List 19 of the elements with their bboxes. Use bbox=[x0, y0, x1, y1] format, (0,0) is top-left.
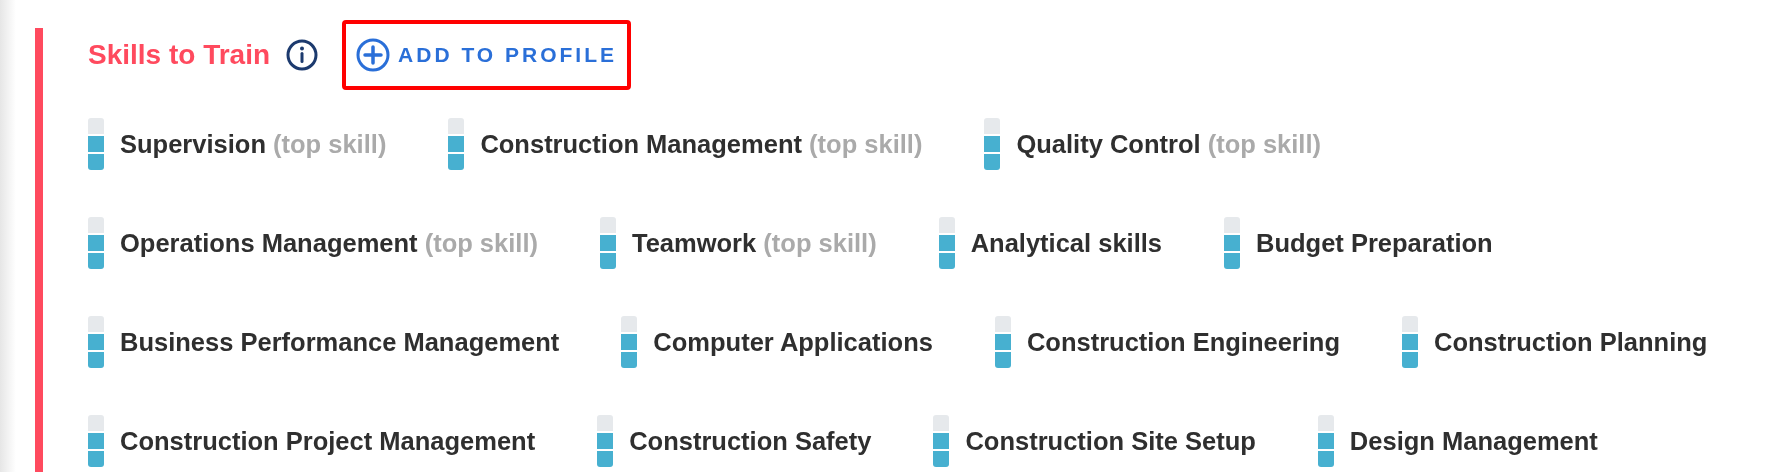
skill-name: Construction Planning bbox=[1434, 326, 1708, 358]
skill-name: Quality Control (top skill) bbox=[1016, 128, 1321, 160]
skill-name: Operations Management (top skill) bbox=[120, 227, 538, 259]
skill-name: Construction Engineering bbox=[1026, 326, 1340, 358]
skill-name: Analytical skills bbox=[970, 227, 1162, 259]
skill-name: Budget Preparation bbox=[1256, 227, 1493, 259]
skill-name: Design Management bbox=[1349, 425, 1598, 457]
plus-icon bbox=[356, 38, 391, 72]
skill-name: Construction Safety bbox=[629, 425, 872, 457]
skill-name: Teamwork (top skill) bbox=[632, 227, 877, 259]
skill-name: Supervision (top skill) bbox=[120, 128, 387, 160]
skill-name: Computer Applications bbox=[653, 326, 933, 358]
skill-name: Construction Project Management bbox=[120, 425, 536, 457]
skill-name: Construction Site Setup bbox=[965, 425, 1256, 457]
skill-name: Construction Management (top skill) bbox=[480, 128, 923, 160]
add-to-profile-button[interactable]: ADD TO PROFILE bbox=[342, 20, 631, 90]
skill-name: Business Performance Management bbox=[120, 326, 560, 358]
section-title: Skills to Train bbox=[88, 38, 271, 72]
info-icon[interactable] bbox=[286, 39, 319, 71]
